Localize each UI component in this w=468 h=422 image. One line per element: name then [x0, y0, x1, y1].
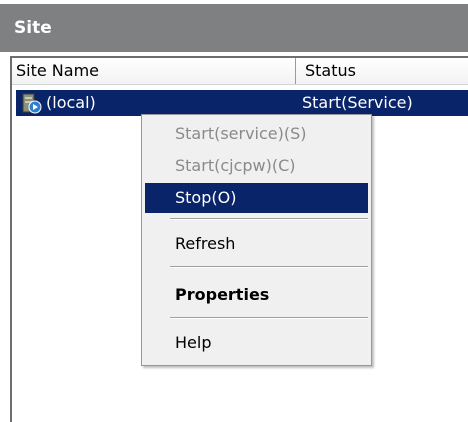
menu-item-start-cjcpw: Start(cjcpw)(C)	[175, 156, 296, 175]
menu-item-stop[interactable]: Stop(O)	[145, 183, 368, 213]
menu-item-start-service: Start(service)(S)	[175, 124, 307, 143]
menu-separator	[170, 317, 368, 319]
site-panel: Site Site Name Status (local) Start(Serv…	[0, 0, 468, 422]
column-header-status[interactable]: Status	[296, 58, 468, 84]
menu-separator	[170, 266, 368, 268]
menu-item-help[interactable]: Help	[145, 328, 368, 358]
site-name-cell: (local)	[46, 93, 96, 112]
menu-item-properties[interactable]: Properties	[145, 280, 368, 310]
column-header-site-name[interactable]: Site Name	[12, 58, 296, 84]
site-status-cell: Start(Service)	[302, 93, 413, 112]
context-menu: Start(service)(S) Start(cjcpw)(C) Stop(O…	[141, 114, 372, 366]
list-header: Site Name Status	[12, 58, 468, 85]
menu-item-refresh[interactable]: Refresh	[145, 229, 368, 259]
server-site-icon	[22, 93, 42, 114]
panel-title: Site	[14, 18, 52, 38]
menu-separator	[170, 218, 368, 220]
panel-title-bar: Site	[0, 0, 468, 52]
table-row[interactable]: (local) Start(Service)	[16, 90, 468, 116]
